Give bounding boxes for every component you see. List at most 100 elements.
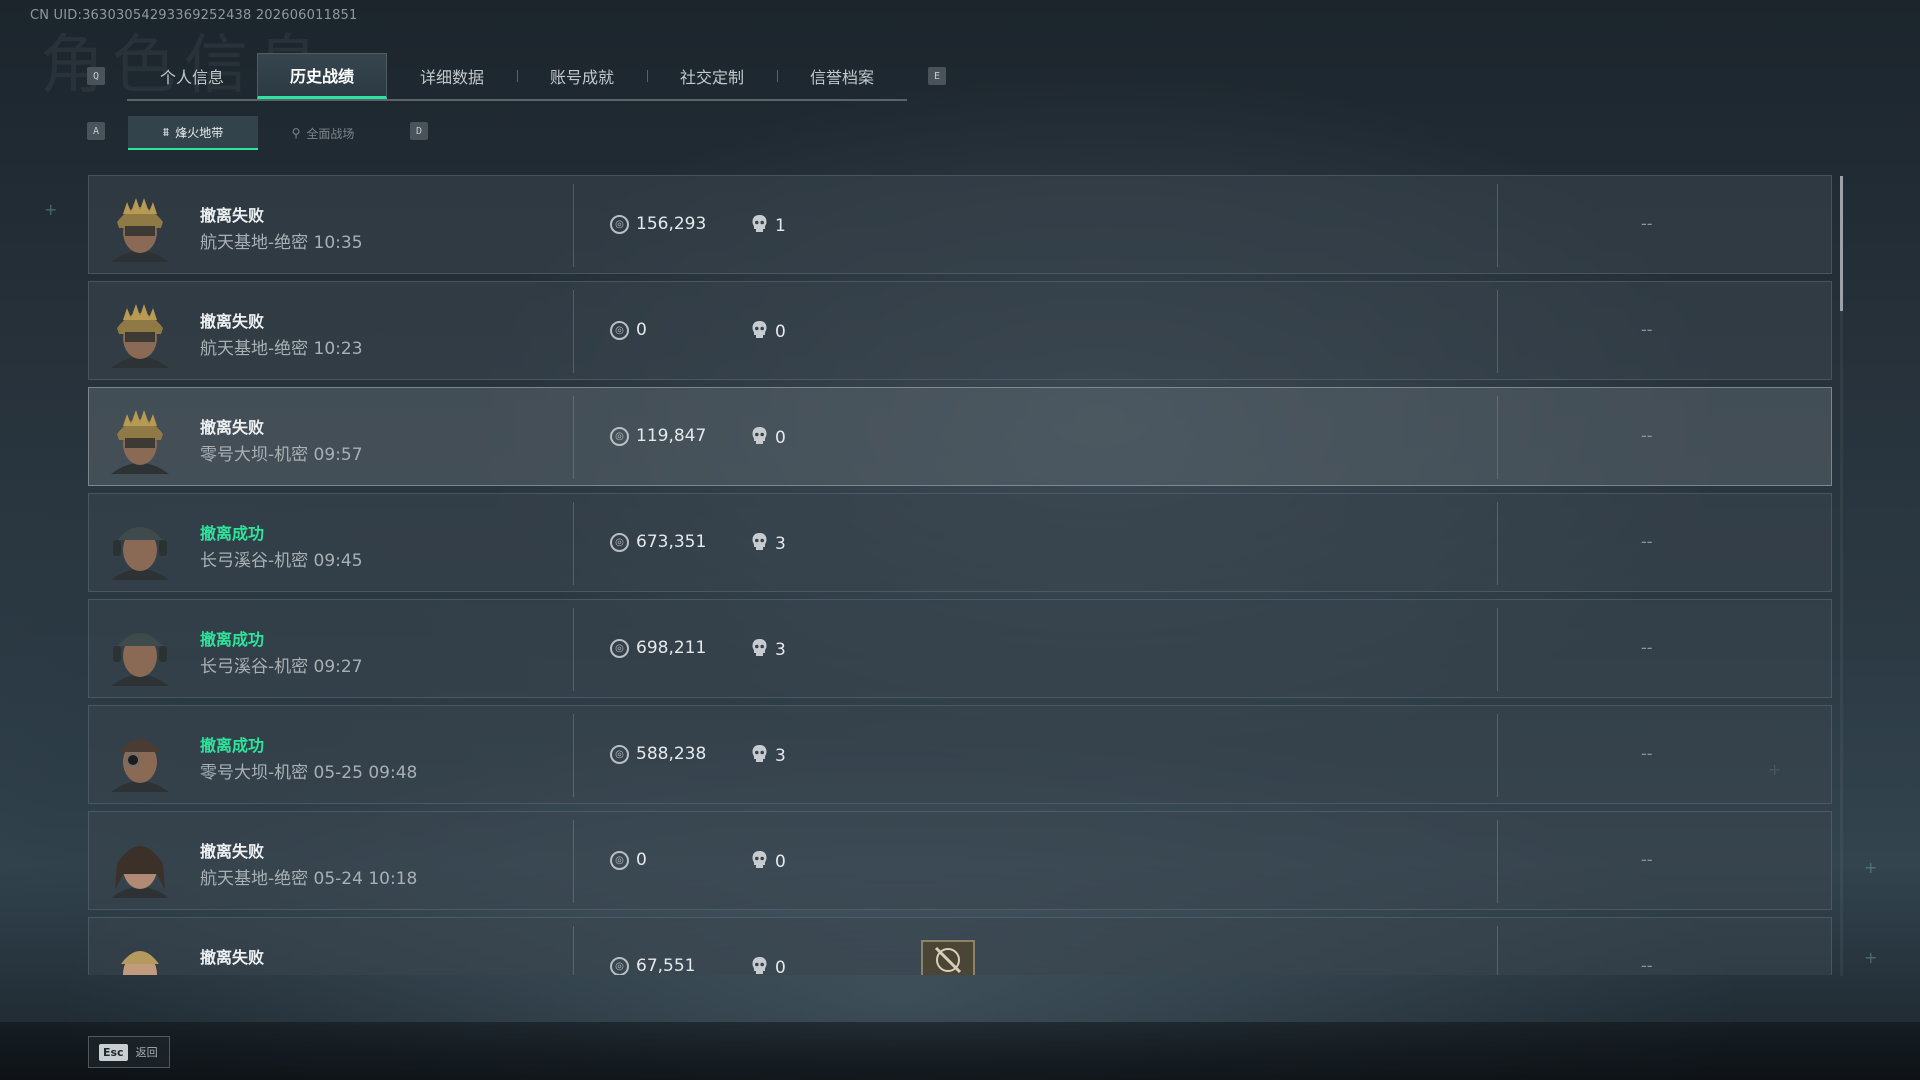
column-divider (1497, 820, 1498, 903)
column-divider (573, 184, 574, 267)
extraction-status: 撤离失败 (200, 948, 265, 967)
operator-avatar (103, 294, 177, 368)
kill-count-text: 0 (775, 958, 786, 975)
kill-count: 3 (751, 744, 786, 768)
map-and-time: 长弓溪谷-机密 09:27 (200, 657, 363, 677)
kill-count: 0 (751, 956, 786, 975)
deco-plus-icon: + (1864, 948, 1878, 967)
column-divider (573, 608, 574, 691)
operator-avatar (103, 188, 177, 262)
operator-avatar (103, 824, 177, 898)
loot-value-text: 0 (636, 850, 647, 870)
map-and-time: 航天基地-绝密 05-24 10:03 (200, 970, 417, 975)
coin-icon: ◎ (610, 320, 629, 340)
map-and-time: 长弓溪谷-机密 09:45 (200, 551, 363, 571)
loot-value-text: 588,238 (636, 744, 707, 764)
loot-value: ◎ 0 (610, 320, 647, 340)
battlefield-icon: ⚲ (291, 126, 301, 140)
key-hint-prev-tab[interactable]: Q (87, 67, 105, 85)
operator-avatar (103, 612, 177, 686)
skull-icon (751, 532, 768, 556)
kill-count: 3 (751, 532, 786, 556)
scrollbar-thumb[interactable] (1840, 176, 1843, 311)
column-divider (573, 714, 574, 797)
column-divider (573, 396, 574, 479)
coin-icon: ◎ (610, 744, 629, 764)
skull-icon (751, 850, 768, 874)
loot-value-text: 119,847 (636, 426, 707, 446)
kill-count-text: 0 (775, 322, 786, 342)
tab-4[interactable]: 社交定制 (647, 53, 777, 99)
main-tabs: 个人信息 历史战绩 详细数据 账号成就 社交定制 信誉档案 (127, 53, 907, 101)
match-row[interactable]: 撤离成功 长弓溪谷-机密 09:27 ◎ 698,211 3 -- (88, 599, 1832, 698)
tab-2[interactable]: 详细数据 (387, 53, 517, 99)
extra-info: -- (1641, 426, 1653, 445)
kill-count: 0 (751, 850, 786, 874)
key-hint-next-subtab[interactable]: D (410, 122, 428, 140)
back-label: 返回 (135, 1046, 158, 1059)
tab-0[interactable]: 个人信息 (127, 53, 257, 99)
subtab-label: 全面战场 (306, 126, 355, 141)
match-row[interactable]: 撤离失败航天基地-绝密 05-24 10:03 ◎ 67,551 0 -- (88, 917, 1832, 975)
extraction-status: 撤离失败 (200, 418, 265, 437)
map-and-time: 零号大坝-机密 09:57 (200, 445, 363, 465)
match-row[interactable]: 撤离成功 零号大坝-机密 05-25 09:48 ◎ 588,238 3 -- (88, 705, 1832, 804)
match-row[interactable]: 撤离成功 长弓溪谷-机密 09:45 ◎ 673,351 3 -- (88, 493, 1832, 592)
column-divider (573, 502, 574, 585)
extra-info: -- (1641, 744, 1653, 763)
kill-count-text: 0 (775, 428, 786, 448)
kill-count-text: 3 (775, 640, 786, 660)
extra-info: -- (1641, 320, 1653, 339)
column-divider (573, 820, 574, 903)
extra-info: -- (1641, 214, 1653, 233)
kill-count-text: 0 (775, 852, 786, 872)
kill-count: 0 (751, 426, 786, 450)
map-and-time: 航天基地-绝密 10:23 (200, 339, 363, 359)
coin-icon: ◎ (610, 956, 629, 975)
tab-3[interactable]: 账号成就 (517, 53, 647, 99)
key-hint-prev-subtab[interactable]: A (87, 122, 105, 140)
coin-icon: ◎ (610, 850, 629, 870)
subtab-0[interactable]: ⩩ 烽火地带 (128, 116, 258, 150)
tab-1[interactable]: 历史战绩 (257, 53, 387, 99)
subtab-1[interactable]: ⚲ 全面战场 (258, 116, 388, 150)
loot-value-text: 0 (636, 320, 647, 340)
operator-avatar (103, 718, 177, 792)
extra-info: -- (1641, 850, 1653, 869)
achievement-badge-icon (921, 940, 975, 975)
loot-value: ◎ 0 (610, 850, 647, 870)
subtab-label: 烽火地带 (175, 125, 224, 140)
loot-value: ◎ 119,847 (610, 426, 706, 446)
tab-5[interactable]: 信誉档案 (777, 53, 907, 99)
match-row[interactable]: 撤离失败 航天基地-绝密 10:35 ◎ 156,293 1 -- (88, 175, 1832, 274)
extraction-status: 撤离失败 (200, 206, 265, 225)
loot-value: ◎ 698,211 (610, 638, 706, 658)
flame-zone-icon: ⩩ (162, 124, 170, 139)
match-row[interactable]: 撤离失败零号大坝-机密 09:57 ◎ 119,847 0 -- (88, 387, 1832, 486)
key-hint-next-tab[interactable]: E (928, 67, 946, 85)
column-divider (1497, 502, 1498, 585)
extraction-status: 撤离成功 (200, 736, 265, 755)
loot-value: ◎ 588,238 (610, 744, 706, 764)
kill-count-text: 3 (775, 746, 786, 766)
kill-count: 0 (751, 320, 786, 344)
mode-subtabs: ⩩ 烽火地带 ⚲ 全面战场 (128, 116, 388, 150)
skull-icon (751, 744, 768, 768)
back-button[interactable]: Esc 返回 (88, 1036, 170, 1068)
operator-avatar (103, 506, 177, 580)
loot-value: ◎ 156,293 (610, 214, 706, 234)
loot-value: ◎ 673,351 (610, 532, 706, 552)
column-divider (573, 290, 574, 373)
kill-count: 3 (751, 638, 786, 662)
coin-icon: ◎ (610, 532, 629, 552)
column-divider (1497, 184, 1498, 267)
esc-key-icon: Esc (99, 1043, 128, 1061)
match-row[interactable]: 撤离失败 航天基地-绝密 05-24 10:18 ◎ 0 0 -- (88, 811, 1832, 910)
extra-info: -- (1641, 638, 1653, 657)
skull-icon (751, 214, 768, 238)
match-row[interactable]: 撤离失败 航天基地-绝密 10:23 ◎ 0 0 -- (88, 281, 1832, 380)
loot-value-text: 698,211 (636, 638, 707, 658)
deco-plus-icon: + (1864, 858, 1878, 877)
map-and-time: 航天基地-绝密 10:35 (200, 233, 363, 253)
skull-icon (751, 320, 768, 344)
